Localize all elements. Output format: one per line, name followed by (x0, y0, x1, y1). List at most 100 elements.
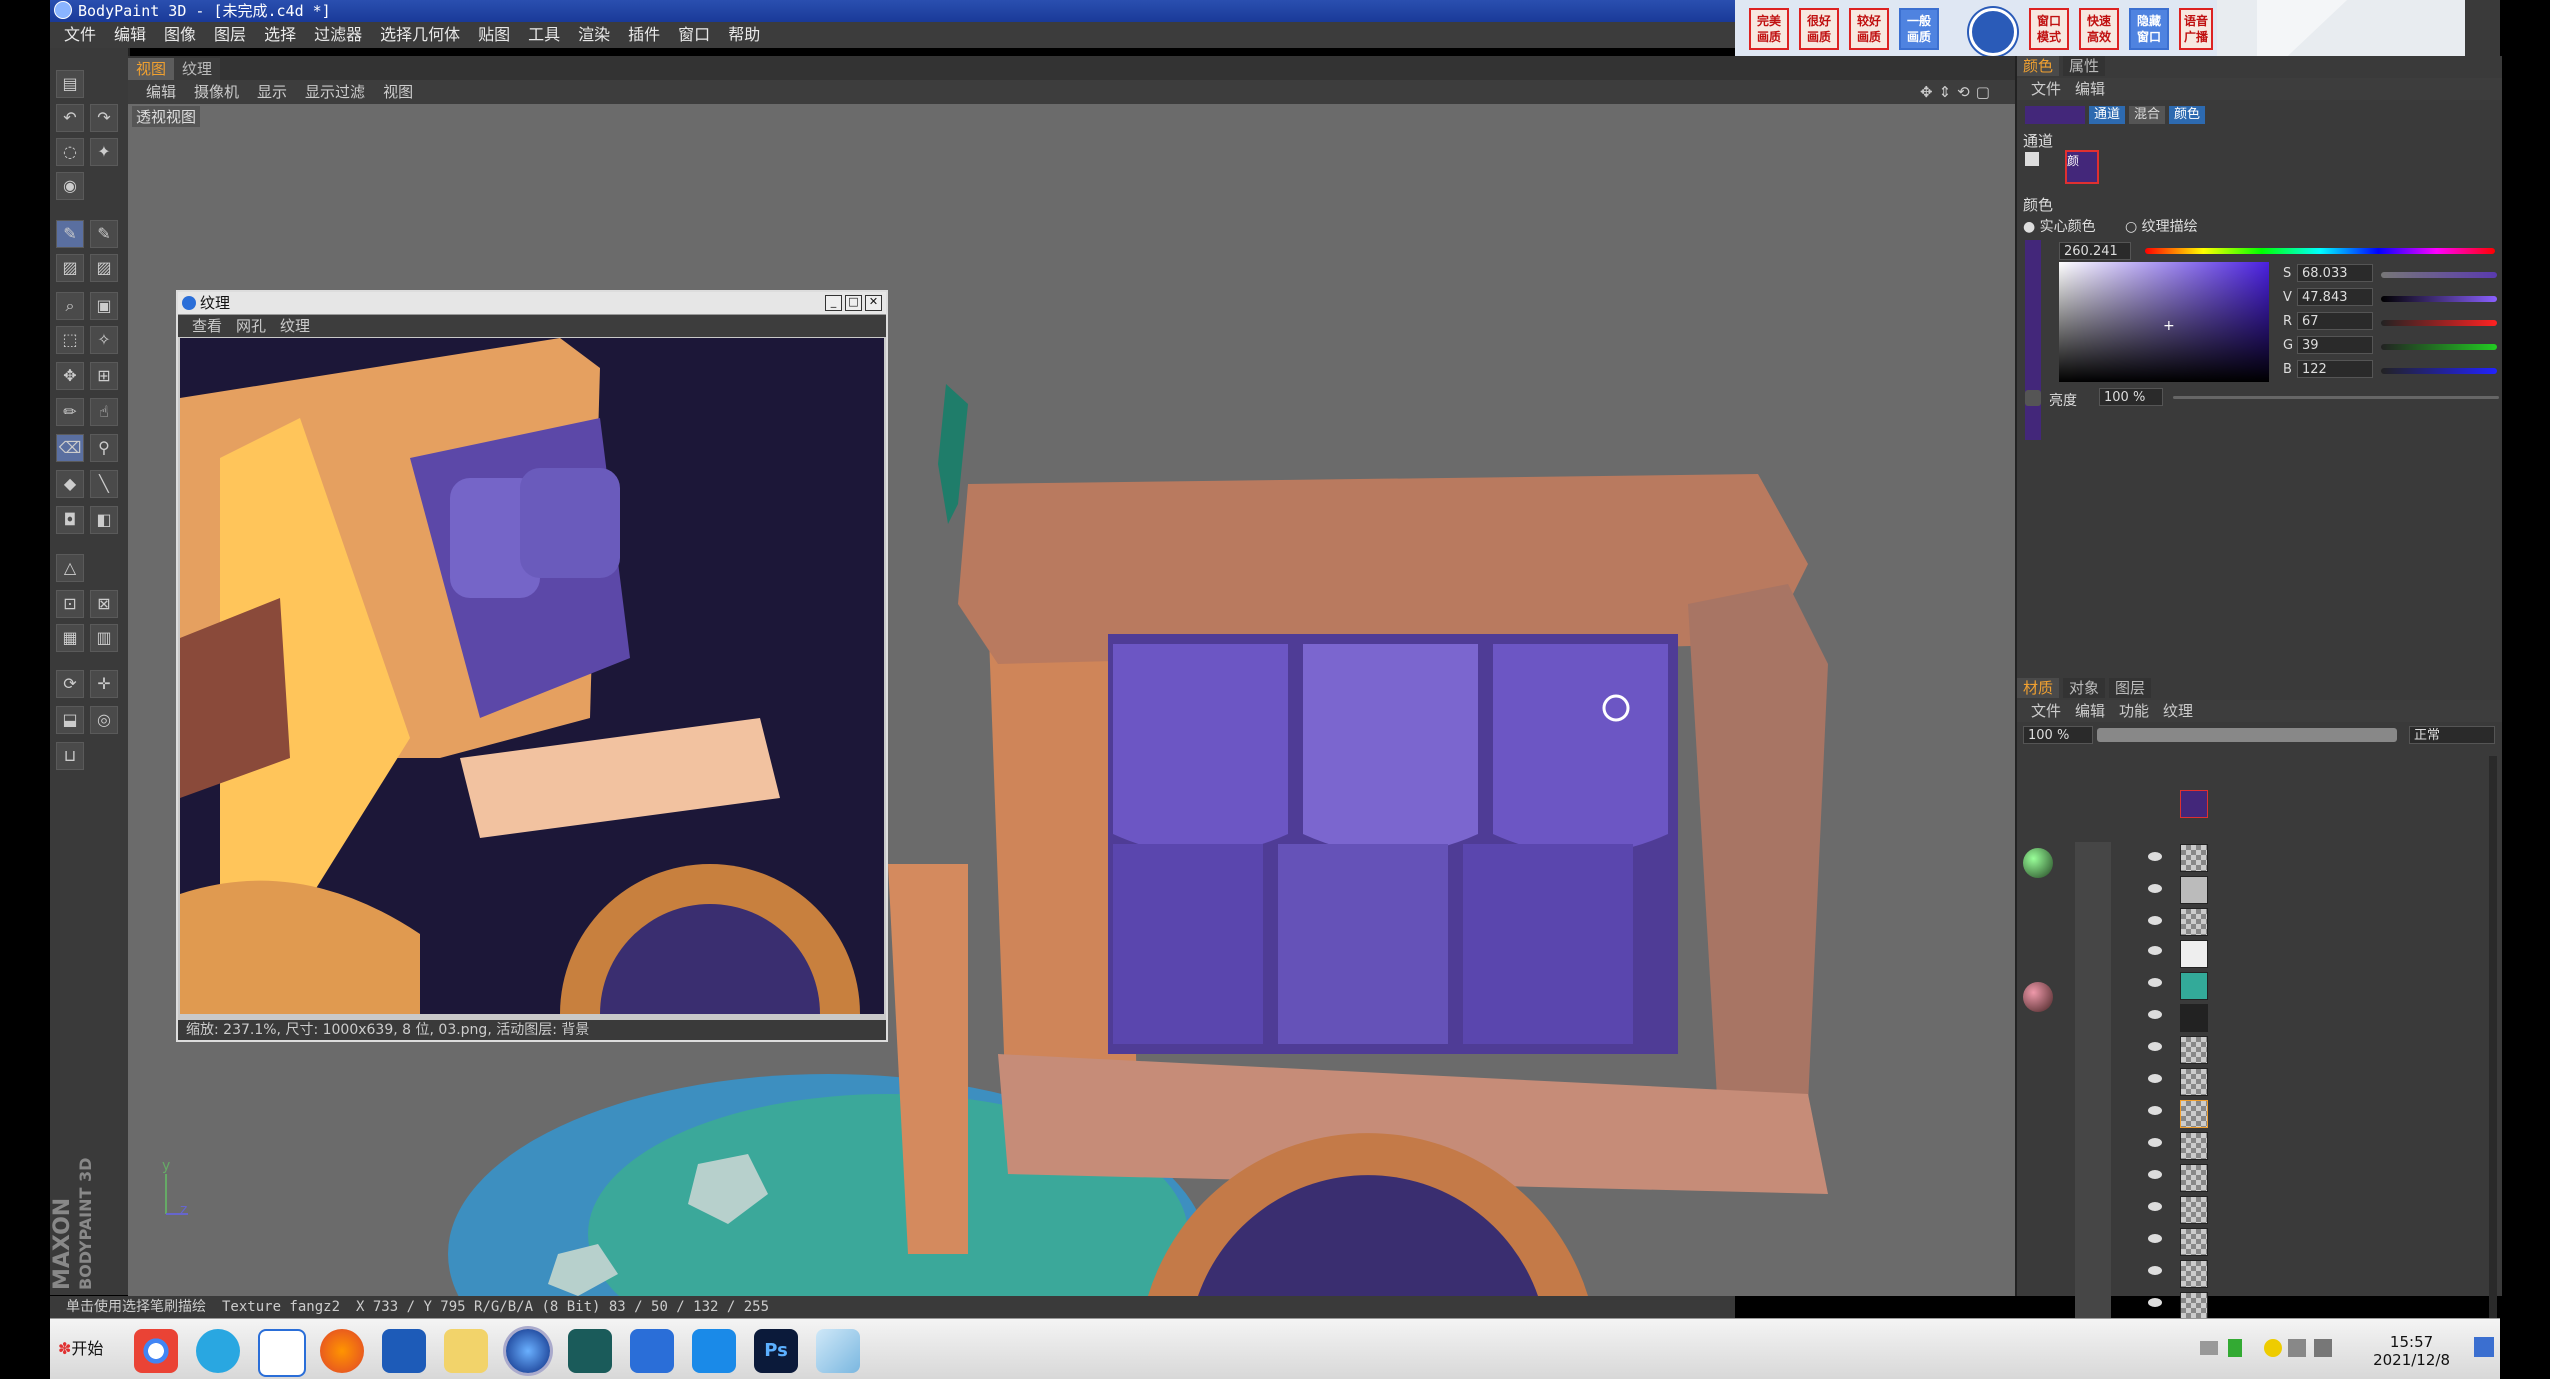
texture-window[interactable]: 纹理 _ □ ✕ 查看 网孔 纹理 缩放: 237.1%, 尺寸: 1000x639… (176, 290, 888, 1042)
pan-icon[interactable]: ✥ (1920, 83, 1939, 101)
layer-list[interactable] (2018, 790, 2488, 1346)
firefox-icon[interactable] (320, 1329, 364, 1373)
layer-thumbnail[interactable] (2180, 844, 2208, 872)
pencil-icon[interactable]: ✏ (56, 398, 84, 426)
brightness-slider[interactable] (2173, 396, 2499, 399)
layer-thumbnail[interactable] (2180, 1228, 2208, 1256)
menu-edit[interactable]: 编辑 (110, 25, 150, 44)
eye-icon[interactable] (2148, 1042, 2162, 1051)
menu-select[interactable]: 选择 (260, 25, 300, 44)
battery-icon[interactable] (2228, 1339, 2242, 1357)
clock[interactable]: 15:57 2021/12/8 (2373, 1333, 2450, 1369)
vp-menu-view[interactable]: 视图 (383, 83, 413, 101)
maximize-button[interactable]: □ (845, 295, 862, 311)
menu-render[interactable]: 渲染 (574, 25, 614, 44)
start-button[interactable]: ✽开始 (54, 1331, 114, 1367)
maximize-icon[interactable]: ▢ (1976, 83, 1996, 101)
texture-window-titlebar[interactable]: 纹理 _ □ ✕ (178, 292, 886, 315)
quality-normal-button[interactable]: 一般 画质 (1899, 8, 1939, 50)
line-icon[interactable]: ╲ (90, 470, 118, 498)
menu-file[interactable]: 文件 (60, 25, 100, 44)
rect-select-icon[interactable]: ⬚ (56, 326, 84, 354)
menu-help[interactable]: 帮助 (724, 25, 764, 44)
menu-select-geometry[interactable]: 选择几何体 (376, 25, 464, 44)
quality-perfect-button[interactable]: 完美 画质 (1749, 8, 1789, 50)
texture-mode-icon[interactable]: ▨ (90, 254, 118, 282)
menu-filter[interactable]: 过滤器 (310, 25, 366, 44)
dolly-icon[interactable]: ⇕ (1939, 83, 1958, 101)
color-swap-icon[interactable]: ◧ (90, 506, 118, 534)
zoom-icon[interactable]: ⌕ (56, 292, 84, 320)
enable-axis-icon[interactable]: ⬓ (56, 706, 84, 734)
layer-thumbnail[interactable] (2180, 1292, 2208, 1320)
lasso-icon[interactable]: ◌ (56, 138, 84, 166)
security-icon[interactable] (2264, 1339, 2282, 1357)
undo-icon[interactable]: ↶ (56, 104, 84, 132)
tab-materials[interactable]: 材质 (2017, 678, 2060, 698)
app-feather-icon[interactable] (692, 1329, 736, 1373)
polygon-select-icon[interactable]: ✧ (90, 326, 118, 354)
layer-thumbnail[interactable] (2180, 876, 2208, 904)
eye-icon[interactable] (2148, 1202, 2162, 1211)
eye-icon[interactable] (2148, 852, 2162, 861)
eye-icon[interactable] (2148, 1010, 2162, 1019)
opacity-slider[interactable] (2097, 728, 2397, 742)
eye-icon[interactable] (2148, 1170, 2162, 1179)
color-button[interactable]: 颜色 (2169, 106, 2205, 124)
eye-icon[interactable] (2148, 916, 2162, 925)
volume-icon[interactable] (2314, 1339, 2332, 1357)
brightness-field[interactable]: 100 % (2099, 388, 2163, 406)
tex-menu-mesh[interactable]: 网孔 (236, 317, 266, 335)
mix-button[interactable]: 混合 (2129, 106, 2165, 124)
magic-wand-icon[interactable]: ✦ (90, 138, 118, 166)
smudge-icon[interactable]: ☝ (90, 398, 118, 426)
qq-browser-icon[interactable] (196, 1329, 240, 1373)
layer-thumbnail[interactable] (2180, 1164, 2208, 1192)
eyedropper-icon[interactable]: ⚲ (90, 434, 118, 462)
tab-texture[interactable]: 纹理 (174, 58, 221, 80)
layer-thumbnail[interactable] (2180, 1068, 2208, 1096)
color-menu-file[interactable]: 文件 (2031, 80, 2061, 98)
menu-image[interactable]: 图像 (160, 25, 200, 44)
blue-field[interactable]: 122 (2297, 360, 2373, 378)
wps-icon[interactable] (258, 1329, 306, 1377)
menu-tools[interactable]: 工具 (524, 25, 564, 44)
eye-icon[interactable] (2148, 884, 2162, 893)
app-spiral-icon[interactable] (568, 1329, 612, 1373)
mode-texture-paint[interactable]: ○ 纹理描绘 (2125, 216, 2198, 236)
eraser-icon[interactable]: ⌫ (56, 434, 84, 462)
tab-layers[interactable]: 图层 (2109, 678, 2152, 698)
network-icon[interactable] (2200, 1341, 2218, 1355)
menu-plugins[interactable]: 插件 (624, 25, 664, 44)
brightness-toggle[interactable] (2025, 390, 2041, 406)
minimize-button[interactable]: _ (825, 295, 842, 311)
brush-icon[interactable]: ✎ (56, 220, 84, 248)
eye-icon[interactable] (2148, 946, 2162, 955)
channel-thumbnail[interactable]: 颜 (2065, 150, 2099, 184)
stamp-icon[interactable]: ◘ (56, 506, 84, 534)
eye-icon[interactable] (2148, 1106, 2162, 1115)
move-icon[interactable]: ✥ (56, 362, 84, 390)
magnet-icon[interactable]: ⊔ (56, 742, 84, 770)
hue-slider[interactable] (2145, 248, 2495, 254)
blend-mode-select[interactable]: 正常 (2409, 726, 2495, 744)
eye-icon[interactable] (2148, 978, 2162, 987)
vp-menu-display[interactable]: 显示 (257, 83, 287, 101)
grid-icon[interactable]: ▥ (90, 624, 118, 652)
layers-menu-functions[interactable]: 功能 (2119, 702, 2149, 720)
eye-icon[interactable] (2148, 1298, 2162, 1307)
layer-thumbnail[interactable] (2180, 1132, 2208, 1160)
chrome-icon[interactable] (134, 1329, 178, 1373)
red-field[interactable]: 67 (2297, 312, 2373, 330)
record-icon[interactable] (1969, 8, 2017, 56)
layout-icon[interactable]: ▤ (56, 70, 84, 98)
layer-thumbnail[interactable] (2180, 1036, 2208, 1064)
layer-thumbnail[interactable] (2180, 790, 2208, 818)
menu-layer[interactable]: 图层 (210, 25, 250, 44)
tab-color[interactable]: 颜色 (2017, 56, 2060, 76)
layer-thumbnail[interactable] (2180, 1100, 2208, 1128)
layer-thumbnail[interactable] (2180, 972, 2208, 1000)
photoshop-icon[interactable]: Ps (754, 1329, 798, 1373)
rotate-view-icon[interactable]: ⟳ (56, 670, 84, 698)
layers-menu-file[interactable]: 文件 (2031, 702, 2061, 720)
